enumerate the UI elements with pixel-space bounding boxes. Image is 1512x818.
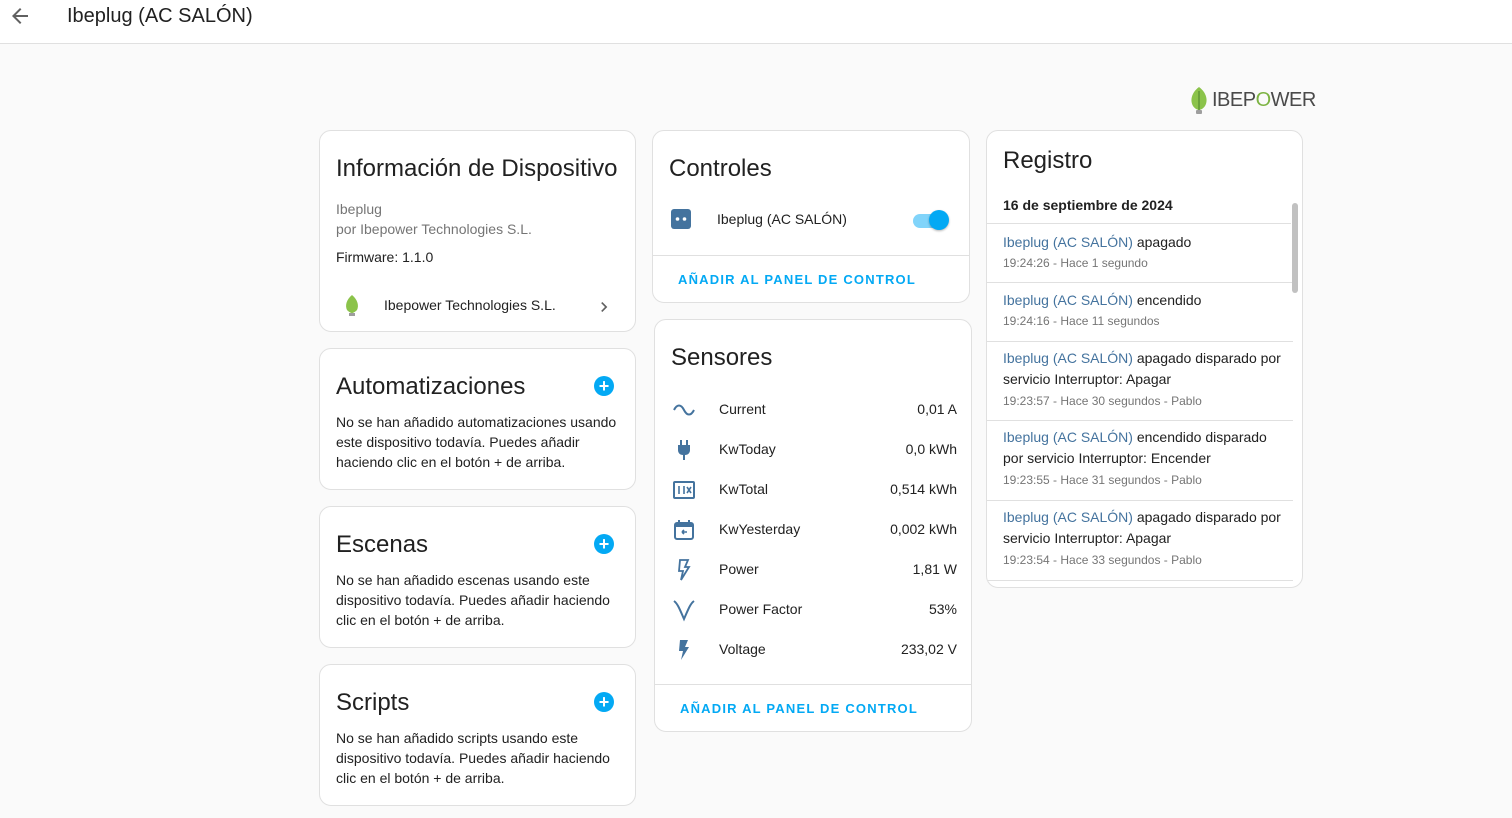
sensor-row[interactable]: KwYesterday 0,002 kWh	[655, 518, 973, 542]
log-message: encendido	[1132, 292, 1202, 308]
sensor-value: 0,514 kWh	[890, 481, 957, 497]
device-info-card: Información de Dispositivo Ibeplug por I…	[319, 130, 636, 332]
leaf-icon	[1191, 87, 1207, 114]
integration-logo-icon	[346, 295, 358, 316]
sensor-value: 233,02 V	[900, 641, 957, 657]
sensor-label: Power Factor	[719, 601, 803, 617]
controls-divider	[653, 255, 969, 256]
chevron-right-icon	[601, 302, 608, 312]
switch-toggle[interactable]	[913, 209, 949, 230]
log-entity-link[interactable]: Ibeplug (AC SALÓN)	[1003, 350, 1133, 366]
log-timestamp: 19:23:55 - Hace 31 segundos - Pablo	[1003, 473, 1202, 487]
log-entity-link[interactable]: Ibeplug (AC SALÓN)	[1003, 234, 1133, 250]
log-message: apagado disparado por	[1132, 509, 1281, 525]
sensors-divider	[655, 684, 971, 685]
log-timestamp: 19:24:26 - Hace 1 segundo	[1003, 256, 1148, 270]
flash-icon	[679, 640, 689, 660]
scripts-title: Scripts	[336, 689, 410, 716]
log-entity-link[interactable]: Ibeplug (AC SALÓN)	[1003, 292, 1133, 308]
logbook-title: Registro	[1003, 147, 1093, 174]
flash-outline-icon	[678, 559, 691, 581]
sensor-value: 1,81 W	[912, 561, 957, 577]
sensors-title: Sensores	[671, 344, 773, 371]
sensor-label: KwYesterday	[719, 521, 801, 537]
sensor-label: Voltage	[719, 641, 766, 657]
sensor-row[interactable]: Voltage 233,02 V	[655, 638, 973, 662]
automations-card: Automatizaciones + No se han añadido aut…	[319, 348, 636, 490]
scripts-empty-text: No se han añadido scripts usando este di…	[336, 730, 610, 786]
calendar-icon	[674, 520, 694, 540]
sensor-label: KwTotal	[719, 481, 769, 497]
power-plug-icon	[678, 440, 690, 460]
angle-acute-icon	[673, 600, 695, 622]
device-manufacturer: por Ibepower Technologies S.L.	[336, 221, 532, 237]
log-message: apagado disparado por	[1132, 350, 1281, 366]
scenes-empty-text: No se han añadido escenas usando este di…	[336, 572, 610, 628]
log-timestamp: 19:23:54 - Hace 33 segundos - Pablo	[1003, 553, 1202, 567]
switch-entity-row[interactable]: Ibeplug (AC SALÓN)	[653, 205, 971, 235]
log-entry: Ibeplug (AC SALÓN) apagado 19:24:26 - Ha…	[987, 224, 1293, 283]
log-message-cont: servicio Interruptor: Apagar	[1003, 371, 1172, 387]
log-entry: Ibeplug (AC SALÓN) apagado disparado por…	[987, 342, 1293, 421]
sensor-value: 0,01 A	[917, 401, 957, 417]
sensor-label: Power	[719, 561, 759, 577]
log-entity-link[interactable]: Ibeplug (AC SALÓN)	[1003, 429, 1133, 445]
log-timestamp: 19:24:16 - Hace 11 segundos	[1003, 314, 1160, 328]
power-socket-icon	[671, 209, 691, 229]
sensor-value: 53%	[928, 601, 957, 617]
log-entry: Ibeplug (AC SALÓN) encendido disparado p…	[987, 421, 1293, 501]
ibepower-logo: IBEPOWER	[1188, 84, 1316, 116]
log-timestamp: 19:23:57 - Hace 30 segundos - Pablo	[1003, 394, 1202, 408]
add-to-dashboard-button[interactable]: AÑADIR AL PANEL DE CONTROL	[680, 701, 918, 716]
log-message-cont: servicio Interruptor: Apagar	[1003, 530, 1172, 546]
sensor-value: 0,0 kWh	[905, 441, 957, 457]
device-model: Ibeplug	[336, 201, 382, 217]
log-entry: Ibeplug (AC SALÓN) encendido 19:24:16 - …	[987, 283, 1293, 342]
counter-icon	[673, 481, 695, 499]
sensor-value: 0,002 kWh	[890, 521, 957, 537]
sensor-row[interactable]: KwTotal 0,514 kWh	[655, 478, 973, 502]
automations-title: Automatizaciones	[336, 373, 526, 400]
switch-entity-name: Ibeplug (AC SALÓN)	[717, 211, 847, 227]
log-entity-link[interactable]: Ibeplug (AC SALÓN)	[1003, 509, 1133, 525]
logbook-scrollbar[interactable]	[1292, 203, 1298, 293]
logbook-card: Registro 16 de septiembre de 2024 Ibeplu…	[986, 130, 1303, 588]
scenes-card: Escenas + No se han añadido escenas usan…	[319, 506, 636, 648]
log-entry: Ibeplug (AC SALÓN) apagado disparado por…	[987, 501, 1293, 581]
add-scene-button[interactable]: +	[594, 534, 614, 554]
logbook-date: 16 de septiembre de 2024	[1003, 197, 1173, 213]
current-ac-icon	[673, 404, 695, 416]
automations-empty-text: No se han añadido automatizaciones usand…	[336, 414, 617, 470]
device-firmware: Firmware: 1.1.0	[336, 249, 434, 265]
integration-name: Ibepower Technologies S.L.	[384, 297, 556, 313]
add-automation-button[interactable]: +	[594, 376, 614, 396]
device-info-title: Información de Dispositivo	[336, 155, 618, 182]
sensor-row[interactable]: Power 1,81 W	[655, 558, 973, 582]
sensor-label: KwToday	[719, 441, 776, 457]
log-message: apagado	[1132, 234, 1192, 250]
sensor-row[interactable]: Power Factor 53%	[655, 598, 973, 622]
page-title: Ibeplug (AC SALÓN)	[67, 5, 253, 27]
integration-row[interactable]: Ibepower Technologies S.L.	[320, 291, 637, 321]
log-message: encendido disparado	[1132, 429, 1267, 445]
scenes-title: Escenas	[336, 531, 429, 558]
add-script-button[interactable]: +	[594, 692, 614, 712]
logo-text: IBEPOWER	[1212, 88, 1316, 111]
controls-card: Controles Ibeplug (AC SALÓN) AÑADIR AL P…	[652, 130, 970, 303]
scripts-card: Scripts + No se han añadido scripts usan…	[319, 664, 636, 806]
sensor-row[interactable]: Current 0,01 A	[655, 398, 973, 422]
sensor-row[interactable]: KwToday 0,0 kWh	[655, 438, 973, 462]
sensor-label: Current	[719, 401, 766, 417]
back-button[interactable]	[8, 4, 32, 28]
log-message-cont: por servicio Interruptor: Encender	[1003, 450, 1211, 466]
arrow-left-icon	[12, 8, 28, 24]
app-toolbar: Ibeplug (AC SALÓN)	[0, 0, 1512, 44]
add-to-dashboard-button[interactable]: AÑADIR AL PANEL DE CONTROL	[678, 272, 916, 287]
controls-title: Controles	[669, 155, 772, 182]
sensors-card: Sensores Current 0,01 A KwToday 0,0 kWh …	[654, 319, 972, 732]
